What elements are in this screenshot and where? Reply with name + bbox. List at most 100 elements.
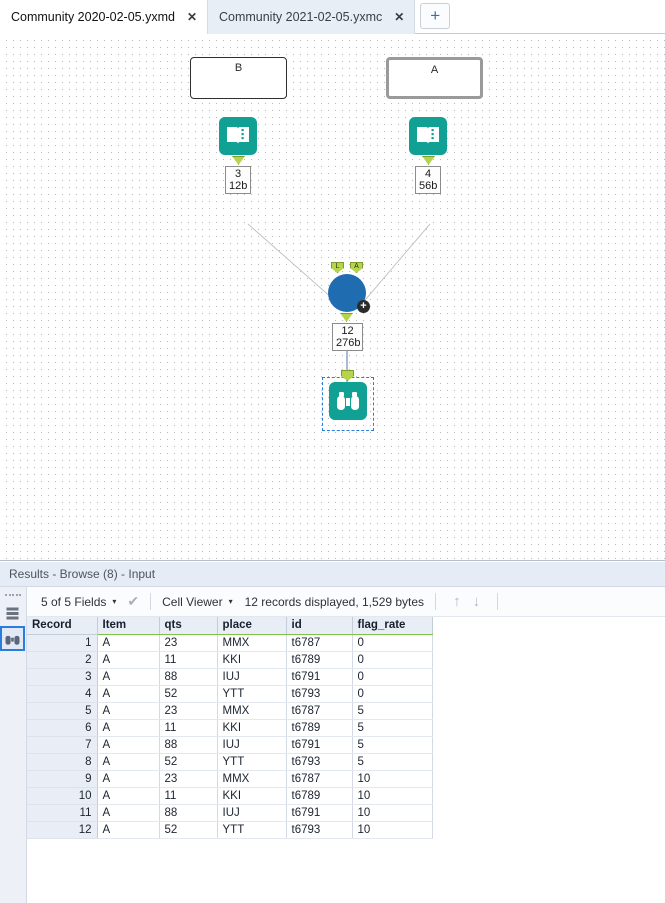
cell-place[interactable]: YTT bbox=[217, 753, 287, 771]
column-header-flag_rate[interactable]: flag_rate bbox=[352, 617, 433, 635]
input-tool-a[interactable]: 4 56b bbox=[409, 117, 447, 194]
container-b[interactable]: B bbox=[190, 57, 287, 99]
row-number[interactable]: 4 bbox=[27, 685, 98, 703]
cell-item[interactable]: A bbox=[97, 821, 160, 839]
cell-id[interactable]: t6787 bbox=[286, 702, 353, 720]
container-a[interactable]: A bbox=[386, 57, 483, 99]
close-icon[interactable]: ✕ bbox=[185, 11, 199, 23]
cell-place[interactable]: KKI bbox=[217, 719, 287, 737]
cell-qts[interactable]: 11 bbox=[159, 651, 218, 669]
cell-place[interactable]: IUJ bbox=[217, 736, 287, 754]
cell-item[interactable]: A bbox=[97, 668, 160, 686]
close-icon[interactable]: ✕ bbox=[392, 11, 406, 23]
results-grid-wrapper[interactable]: Record Item qts place id flag_rate 1 A 23 MMX t67… bbox=[27, 617, 665, 903]
cell-qts[interactable]: 88 bbox=[159, 736, 218, 754]
drag-grip-icon[interactable] bbox=[5, 590, 21, 599]
table-row[interactable]: 8 A 52 YTT t6793 5 bbox=[27, 753, 433, 771]
table-row[interactable]: 6 A 11 KKI t6789 5 bbox=[27, 719, 433, 737]
cell-flag_rate[interactable]: 5 bbox=[352, 753, 433, 771]
column-header-id[interactable]: id bbox=[286, 617, 353, 635]
cell-item[interactable]: A bbox=[97, 787, 160, 805]
cell-flag_rate[interactable]: 0 bbox=[352, 634, 433, 652]
cell-flag_rate[interactable]: 5 bbox=[352, 736, 433, 754]
row-number[interactable]: 6 bbox=[27, 719, 98, 737]
cell-qts[interactable]: 88 bbox=[159, 668, 218, 686]
cell-place[interactable]: KKI bbox=[217, 787, 287, 805]
cell-place[interactable]: MMX bbox=[217, 770, 287, 788]
table-row[interactable]: 10 A 11 KKI t6789 10 bbox=[27, 787, 433, 805]
binoculars-icon[interactable] bbox=[329, 382, 367, 420]
cell-item[interactable]: A bbox=[97, 702, 160, 720]
row-number[interactable]: 11 bbox=[27, 804, 98, 822]
cell-place[interactable]: YTT bbox=[217, 685, 287, 703]
book-icon[interactable] bbox=[409, 117, 447, 155]
table-row[interactable]: 5 A 23 MMX t6787 5 bbox=[27, 702, 433, 720]
cell-flag_rate[interactable]: 0 bbox=[352, 668, 433, 686]
table-row[interactable]: 1 A 23 MMX t6787 0 bbox=[27, 634, 433, 652]
output-connector[interactable] bbox=[340, 313, 353, 322]
cell-qts[interactable]: 23 bbox=[159, 770, 218, 788]
layers-icon[interactable] bbox=[0, 601, 25, 626]
cell-id[interactable]: t6793 bbox=[286, 753, 353, 771]
cell-place[interactable]: MMX bbox=[217, 702, 287, 720]
row-number[interactable]: 8 bbox=[27, 753, 98, 771]
row-number[interactable]: 1 bbox=[27, 634, 98, 652]
row-number[interactable]: 7 bbox=[27, 736, 98, 754]
arrow-up-icon[interactable]: ↑ bbox=[447, 593, 467, 610]
cell-item[interactable]: A bbox=[97, 634, 160, 652]
tab-community-2020[interactable]: Community 2020-02-05.yxmd ✕ bbox=[0, 0, 208, 34]
tab-community-2021[interactable]: Community 2021-02-05.yxmc ✕ bbox=[207, 0, 416, 34]
column-header-item[interactable]: Item bbox=[97, 617, 160, 635]
cell-flag_rate[interactable]: 5 bbox=[352, 702, 433, 720]
cell-item[interactable]: A bbox=[97, 804, 160, 822]
cell-place[interactable]: YTT bbox=[217, 821, 287, 839]
cell-id[interactable]: t6789 bbox=[286, 719, 353, 737]
cell-id[interactable]: t6789 bbox=[286, 651, 353, 669]
row-number[interactable]: 10 bbox=[27, 787, 98, 805]
cell-qts[interactable]: 88 bbox=[159, 804, 218, 822]
column-header-place[interactable]: place bbox=[217, 617, 287, 635]
cell-flag_rate[interactable]: 5 bbox=[352, 719, 433, 737]
new-tab-button[interactable]: + bbox=[420, 3, 451, 29]
cell-viewer-selector[interactable]: Cell Viewer ▾ bbox=[162, 595, 232, 609]
arrow-down-icon[interactable]: ↓ bbox=[467, 593, 487, 610]
cell-qts[interactable]: 11 bbox=[159, 787, 218, 805]
cell-qts[interactable]: 11 bbox=[159, 719, 218, 737]
table-row[interactable]: 3 A 88 IUJ t6791 0 bbox=[27, 668, 433, 686]
row-number[interactable]: 3 bbox=[27, 668, 98, 686]
cell-flag_rate[interactable]: 10 bbox=[352, 770, 433, 788]
table-row[interactable]: 7 A 88 IUJ t6791 5 bbox=[27, 736, 433, 754]
cell-id[interactable]: t6793 bbox=[286, 685, 353, 703]
cell-id[interactable]: t6791 bbox=[286, 804, 353, 822]
cell-id[interactable]: t6787 bbox=[286, 770, 353, 788]
row-number[interactable]: 5 bbox=[27, 702, 98, 720]
cell-flag_rate[interactable]: 0 bbox=[352, 685, 433, 703]
cell-flag_rate[interactable]: 10 bbox=[352, 804, 433, 822]
output-connector[interactable] bbox=[422, 156, 435, 165]
output-connector[interactable] bbox=[232, 156, 245, 165]
input-tool-b[interactable]: 3 12b bbox=[219, 117, 257, 194]
column-header-record[interactable]: Record bbox=[27, 617, 98, 635]
cell-flag_rate[interactable]: 10 bbox=[352, 787, 433, 805]
cell-item[interactable]: A bbox=[97, 753, 160, 771]
cell-place[interactable]: KKI bbox=[217, 651, 287, 669]
cell-qts[interactable]: 52 bbox=[159, 753, 218, 771]
fields-selector[interactable]: 5 of 5 Fields ▾ bbox=[41, 595, 116, 609]
cell-id[interactable]: t6787 bbox=[286, 634, 353, 652]
cell-qts[interactable]: 52 bbox=[159, 685, 218, 703]
cell-id[interactable]: t6791 bbox=[286, 668, 353, 686]
cell-place[interactable]: IUJ bbox=[217, 804, 287, 822]
table-row[interactable]: 11 A 88 IUJ t6791 10 bbox=[27, 804, 433, 822]
row-number[interactable]: 9 bbox=[27, 770, 98, 788]
column-header-qts[interactable]: qts bbox=[159, 617, 218, 635]
row-number[interactable]: 2 bbox=[27, 651, 98, 669]
table-row[interactable]: 12 A 52 YTT t6793 10 bbox=[27, 821, 433, 839]
cell-qts[interactable]: 23 bbox=[159, 634, 218, 652]
cell-item[interactable]: A bbox=[97, 736, 160, 754]
cell-item[interactable]: A bbox=[97, 770, 160, 788]
cell-qts[interactable]: 52 bbox=[159, 821, 218, 839]
cell-item[interactable]: A bbox=[97, 651, 160, 669]
cell-id[interactable]: t6793 bbox=[286, 821, 353, 839]
cell-place[interactable]: IUJ bbox=[217, 668, 287, 686]
row-number[interactable]: 12 bbox=[27, 821, 98, 839]
